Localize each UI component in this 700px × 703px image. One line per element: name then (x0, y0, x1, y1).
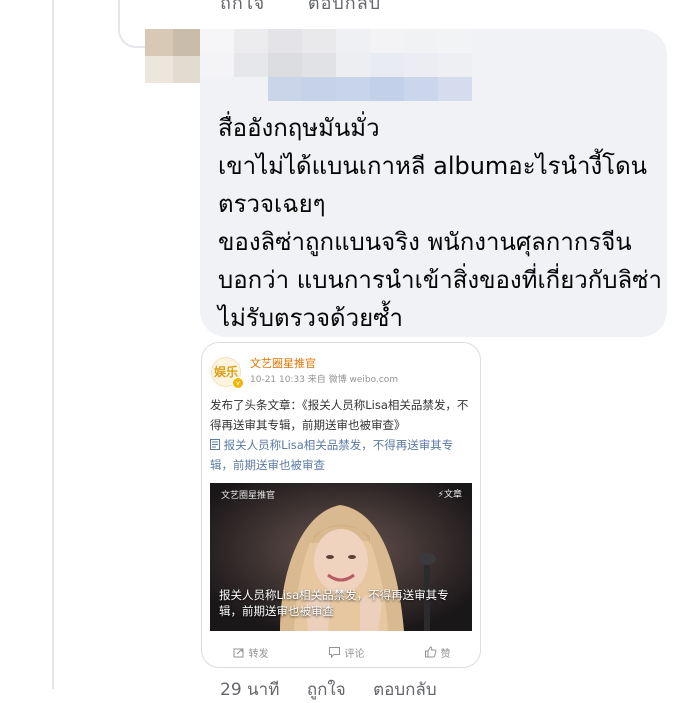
comment-icon (328, 647, 340, 658)
repost-label: 转发 (248, 648, 269, 660)
comment-line: ของลิซ่าถูกแบนจริง พนักงานศุลกากรจีน (218, 228, 632, 256)
comment-footer: 29 นาที ถูกใจ ตอบกลับ (220, 676, 459, 703)
previous-comment-actions: ถูกใจ ตอบกลับ (220, 0, 417, 10)
comment-line: บอกว่า แบนการนำเข้าสิ่งของที่เกี่ยวกับลิ… (218, 266, 662, 294)
commenter-name-blurred[interactable] (200, 29, 472, 101)
article-cover-image: 文艺圈星推官 ⚡文章 报关人员称Lisa相关品禁发，不得再送审其专辑，前期送审也… (210, 483, 472, 631)
comment-line: สื่ออังกฤษมันมั่ว (218, 114, 380, 142)
comment-timestamp[interactable]: 29 นาที (220, 680, 279, 700)
comment-reply-link[interactable]: ตอบกลับ (373, 680, 437, 700)
previous-reply-link[interactable]: ตอบกลับ (308, 0, 381, 10)
comment-bubble: สื่ออังกฤษมันมั่ว เขาไม่ได้แบนเกาหลี alb… (200, 29, 667, 337)
article-link: 报关人员称Lisa相关品禁发，不得再送审其专辑，前期送审也被审查 (210, 438, 453, 472)
thread-line (52, 0, 54, 689)
comment-like-link[interactable]: ถูกใจ (307, 680, 346, 700)
comment-line: เขาไม่ได้แบนเกาหลี albumอะไรนำงี้โดน (218, 152, 648, 180)
like-button[interactable]: 赞 (424, 643, 451, 661)
weibo-post-meta: 10-21 10:33 来自 微博 weibo.com (250, 375, 399, 385)
repost-icon (233, 648, 243, 658)
repost-button[interactable]: 转发 (232, 643, 269, 661)
comment-label: 评论 (344, 648, 365, 660)
article-image-caption: 报关人员称Lisa相关品禁发，不得再送审其专辑，前期送审也被审查 (219, 588, 449, 618)
previous-like-link[interactable]: ถูกใจ (220, 0, 265, 10)
article-link-text: 报关人员称Lisa相关品禁发，不得再送审其专辑，前期送审也被审查 (210, 438, 454, 472)
article-tag: ⚡文章 (437, 490, 462, 500)
comment-text: สื่ออังกฤษมันมั่ว เขาไม่ได้แบนเกาหลี alb… (218, 109, 662, 337)
verified-badge-icon: v (232, 377, 244, 389)
like-label: 赞 (440, 648, 451, 660)
article-image-account: 文艺圈星推官 (221, 491, 276, 501)
weibo-post-text: 发布了头条文章：《报关人员称Lisa相关品禁发，不得再送审其专辑，前期送审也被审… (210, 398, 469, 432)
comment-button[interactable]: 评论 (328, 643, 365, 661)
weibo-post-body: 发布了头条文章：《报关人员称Lisa相关品禁发，不得再送审其专辑，前期送审也被审… (210, 395, 472, 475)
article-icon (210, 439, 220, 450)
commenter-avatar-blurred[interactable] (145, 29, 201, 83)
weibo-account-name: 文艺圈星推官 (250, 357, 316, 370)
weibo-screenshot-card[interactable]: 娱乐 v 文艺圈星推官 10-21 10:33 来自 微博 weibo.com … (201, 342, 481, 668)
comment-line: ไม่รับตรวจด้วยซ้ำ (218, 304, 403, 332)
thumbs-up-icon (424, 646, 436, 658)
comment-line: ตรวจเฉยๆ (218, 190, 326, 218)
weibo-action-bar: 转发 评论 赞 (202, 643, 480, 661)
